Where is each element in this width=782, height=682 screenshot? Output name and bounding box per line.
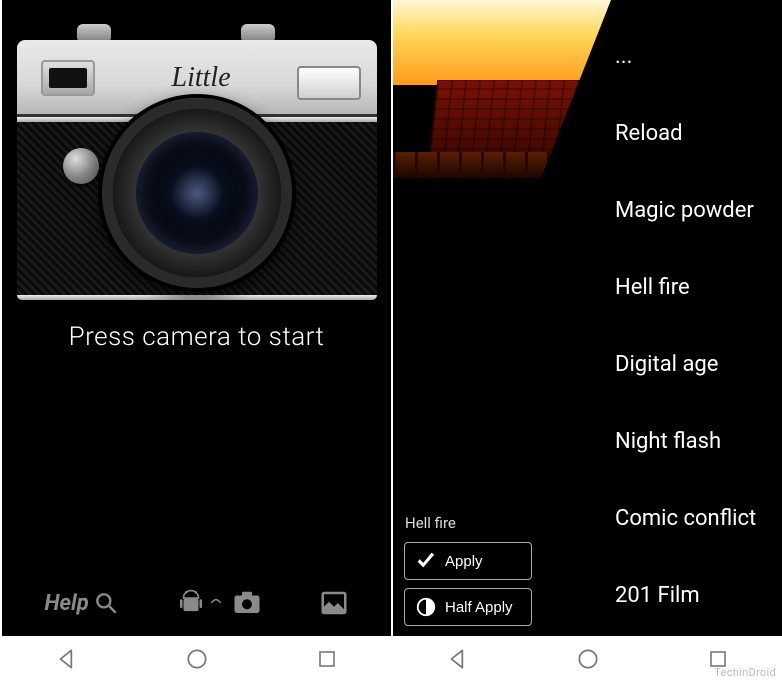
left-panel: Little Press camera to start Help bbox=[0, 0, 391, 682]
camera-image[interactable]: Little bbox=[17, 40, 377, 300]
filter-item-night-flash[interactable]: Night flash bbox=[611, 403, 782, 480]
link-icon bbox=[210, 596, 228, 610]
preview-image[interactable] bbox=[393, 0, 611, 178]
gallery-icon bbox=[319, 588, 349, 618]
android-navbar bbox=[2, 636, 391, 682]
gallery-button[interactable] bbox=[319, 588, 349, 618]
half-apply-label: Half Apply bbox=[445, 599, 513, 616]
filter-item-digital-age[interactable]: Digital age bbox=[611, 326, 782, 403]
nav-back-icon[interactable] bbox=[445, 646, 471, 672]
apply-button[interactable]: Apply bbox=[404, 542, 532, 580]
nav-home-icon[interactable] bbox=[575, 646, 601, 672]
android-cam-button[interactable] bbox=[176, 588, 262, 618]
android-navbar: TechinDroid bbox=[393, 636, 782, 682]
nav-home-icon[interactable] bbox=[184, 646, 210, 672]
help-button[interactable]: Help bbox=[44, 590, 118, 616]
half-apply-button[interactable]: Half Apply bbox=[404, 588, 532, 626]
current-filter-label: Hell fire bbox=[393, 510, 611, 538]
apply-label: Apply bbox=[445, 553, 483, 570]
filter-item-magic-powder[interactable]: Magic powder bbox=[611, 172, 782, 249]
search-icon bbox=[93, 590, 119, 616]
android-icon bbox=[176, 588, 206, 618]
camera-icon bbox=[232, 590, 262, 616]
camera-brand-label: Little bbox=[172, 62, 231, 94]
filter-item-reload[interactable]: Reload bbox=[611, 95, 782, 172]
check-icon bbox=[415, 550, 437, 572]
filter-item-201-film[interactable]: 201 Film bbox=[611, 557, 782, 634]
right-panel: Hell fire Apply Half Apply ... Reload Ma… bbox=[391, 0, 782, 682]
viewfinder-icon bbox=[41, 60, 95, 96]
nav-back-icon[interactable] bbox=[54, 646, 80, 672]
rewind-knob-icon bbox=[63, 148, 99, 184]
help-label: Help bbox=[44, 591, 88, 616]
lens-icon bbox=[102, 98, 292, 288]
half-contrast-icon bbox=[415, 596, 437, 618]
filter-item-comic-conflict[interactable]: Comic conflict bbox=[611, 480, 782, 557]
filter-item-hell-fire[interactable]: Hell fire bbox=[611, 249, 782, 326]
filter-list[interactable]: ... Reload Magic powder Hell fire Digita… bbox=[611, 0, 782, 636]
filter-item-more[interactable]: ... bbox=[611, 18, 782, 95]
start-instruction-text: Press camera to start bbox=[69, 322, 325, 352]
watermark-text: TechinDroid bbox=[714, 666, 776, 679]
nav-recent-icon[interactable] bbox=[315, 647, 339, 671]
flash-icon bbox=[297, 66, 361, 100]
